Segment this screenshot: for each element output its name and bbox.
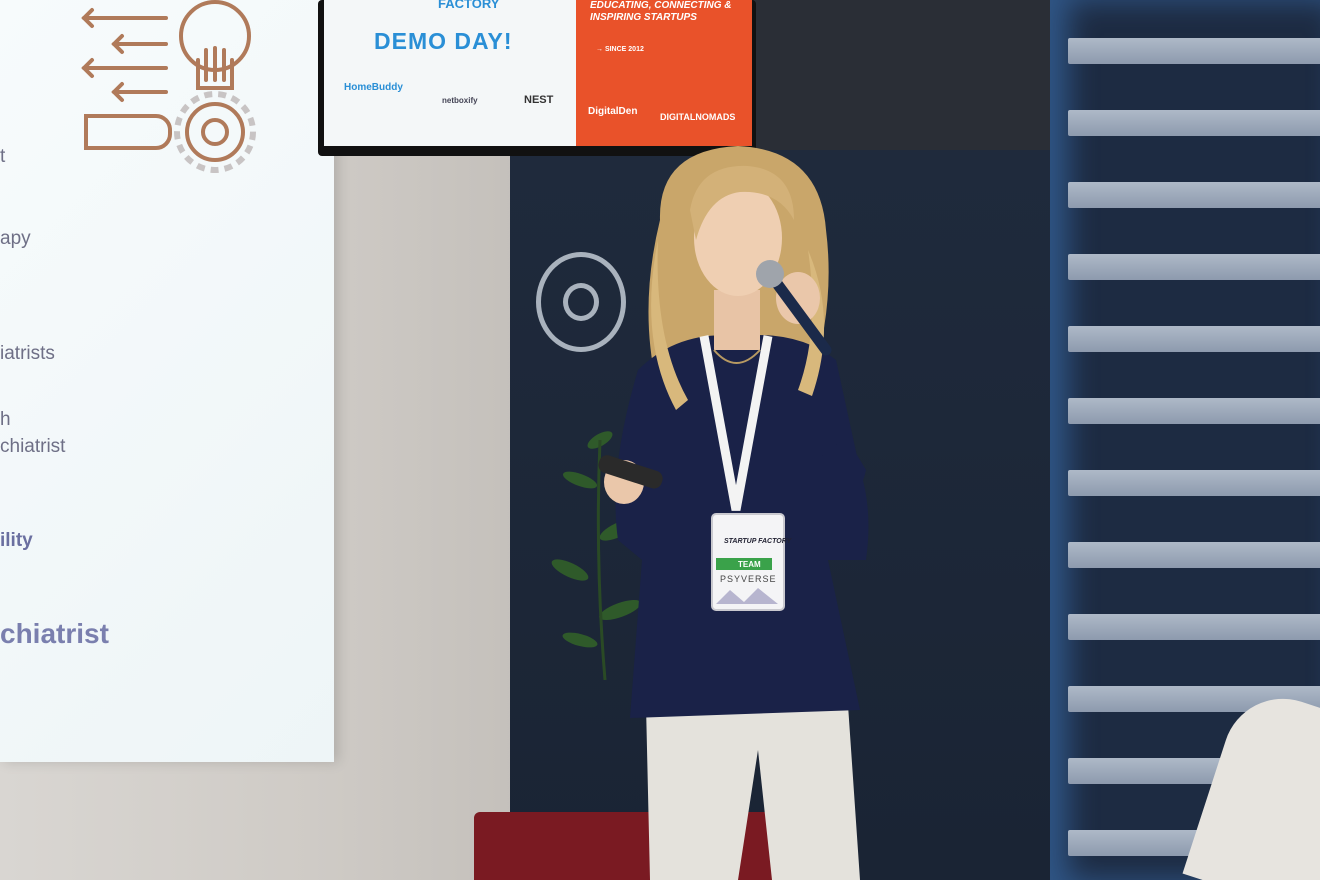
badge-brand: STARTUP FACTORY xyxy=(724,538,792,545)
badge-team-name: PSYVERSE xyxy=(720,574,777,584)
slide-line: ility xyxy=(0,530,33,551)
sponsor-logo: DIGITALNOMADS xyxy=(660,112,736,122)
innovation-icon xyxy=(81,0,256,173)
slide-heading: chiatrist xyxy=(0,618,109,649)
projection-screen: t apy iatrists h chiatrist ility chiatri… xyxy=(0,0,334,762)
slide-line: iatrists xyxy=(0,343,55,364)
tv-headline: DEMO DAY! xyxy=(374,28,513,54)
tv-right-panel: EDUCATING, CONNECTING & INSPIRING STARTU… xyxy=(576,0,752,146)
tv-tagline: EDUCATING, CONNECTING & INSPIRING STARTU… xyxy=(590,0,732,23)
blind-slat xyxy=(1068,254,1320,280)
sponsor-logo: NEST xyxy=(524,94,554,106)
tv-factory-text: FACTORY xyxy=(438,0,500,11)
blind-slat xyxy=(1068,110,1320,136)
sponsor-logo: netboxify xyxy=(442,96,478,105)
tv-left-panel: FACTORY DEMO DAY! HomeBuddy netboxify NE… xyxy=(324,0,576,146)
slide-line: apy xyxy=(0,228,31,249)
blind-slat xyxy=(1068,182,1320,208)
tv-display: FACTORY DEMO DAY! HomeBuddy netboxify NE… xyxy=(318,0,756,156)
slide-line: t xyxy=(0,146,6,167)
badge-team-label: TEAM xyxy=(738,560,761,569)
blind-slat xyxy=(1068,614,1320,640)
blind-slat xyxy=(1068,470,1320,496)
tv-since: → SINCE 2012 xyxy=(596,46,644,53)
speaker xyxy=(598,146,869,880)
photo-scene: t apy iatrists h chiatrist ility chiatri… xyxy=(0,0,1320,880)
blind-slat xyxy=(1068,398,1320,424)
slide-line: chiatrist xyxy=(0,436,66,457)
blind-slat xyxy=(1068,38,1320,64)
sponsor-logo: DigitalDen xyxy=(588,106,638,117)
blind-slat xyxy=(1068,542,1320,568)
slide-line: h xyxy=(0,409,11,430)
sponsor-logo: HomeBuddy xyxy=(344,82,403,93)
blind-slat xyxy=(1068,326,1320,352)
